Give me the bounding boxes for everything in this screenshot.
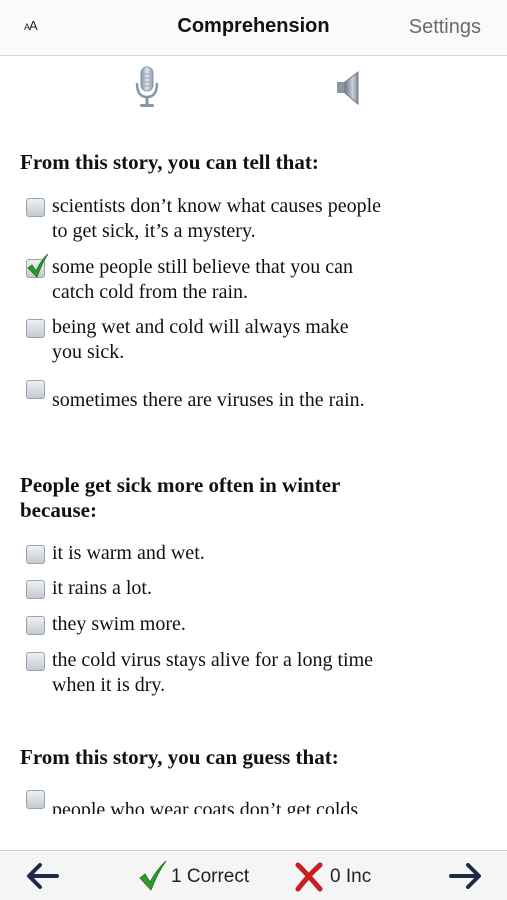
microphone-button[interactable] [132,66,162,110]
answer-text-line2: when it is dry. [52,674,166,696]
answer-option[interactable]: they swim more. [26,612,486,640]
answer-option[interactable]: scientists don’t know what causes people… [26,194,486,246]
answer-option[interactable]: it is warm and wet. [26,541,486,569]
correct-checkmark-icon [138,860,168,892]
answer-text: they swim more. [52,613,186,635]
correct-count: 1 Correct [171,866,250,887]
question-3-prompt: From this story, you can guess that: [20,745,339,769]
answer-text-line1: being wet and cold will always make [52,316,349,338]
speaker-button[interactable] [334,70,362,106]
answer-text-line2: catch cold from the rain. [52,281,249,303]
question-1-prompt: From this story, you can tell that: [20,150,319,174]
arrow-right-icon [449,863,481,889]
next-button[interactable] [448,863,482,889]
question-2-prompt-line2: because: [20,498,97,522]
answer-option[interactable]: some people still believe that you can c… [26,253,486,307]
microphone-icon [135,66,159,107]
speaker-icon [337,70,359,106]
question-2-prompt-line1: People get sick more often in winter [20,473,341,497]
previous-button[interactable] [26,863,60,889]
answer-text-line1: the cold virus stays alive for a long ti… [52,649,374,671]
incorrect-count: 0 Inc [330,866,372,887]
nav-bar: AA Comprehension Settings [0,0,507,56]
bottom-toolbar: 1 Correct 0 Inc [0,850,507,900]
checkmark-icon [27,253,49,278]
answer-option[interactable]: the cold virus stays alive for a long ti… [26,648,486,700]
answer-option[interactable]: being wet and cold will always make you … [26,315,486,367]
checkbox[interactable] [26,790,45,809]
checkbox[interactable] [26,380,45,399]
checkbox[interactable] [26,198,45,217]
incorrect-x-icon [294,862,324,892]
checkbox-checked[interactable] [26,253,49,278]
checkbox[interactable] [26,545,45,564]
answer-option[interactable]: sometimes there are viruses in the rain. [26,376,486,428]
checkbox[interactable] [26,319,45,338]
answer-text-line2: to get sick, it’s a mystery. [52,220,256,242]
settings-button[interactable]: Settings [409,16,481,39]
answer-text: sometimes there are viruses in the rain. [52,389,365,411]
checkbox[interactable] [26,616,45,635]
question-2-prompt: People get sick more often in winter bec… [20,473,490,523]
answer-option[interactable]: people who wear coats don’t get colds [26,790,486,814]
answer-text-line1: scientists don’t know what causes people [52,195,382,217]
checkbox[interactable] [26,652,45,671]
checkbox[interactable] [26,580,45,599]
answer-text: people who wear coats don’t get colds [52,799,359,814]
answer-text-line2: you sick. [52,341,125,363]
answer-text: it is warm and wet. [52,542,205,564]
arrow-left-icon [27,863,59,889]
answer-option[interactable]: it rains a lot. [26,576,486,604]
questions-scroll-area[interactable]: From this story, you can tell that: scie… [0,120,507,814]
answer-text-line1: some people still believe that you can [52,256,354,278]
answer-text: it rains a lot. [52,577,152,599]
